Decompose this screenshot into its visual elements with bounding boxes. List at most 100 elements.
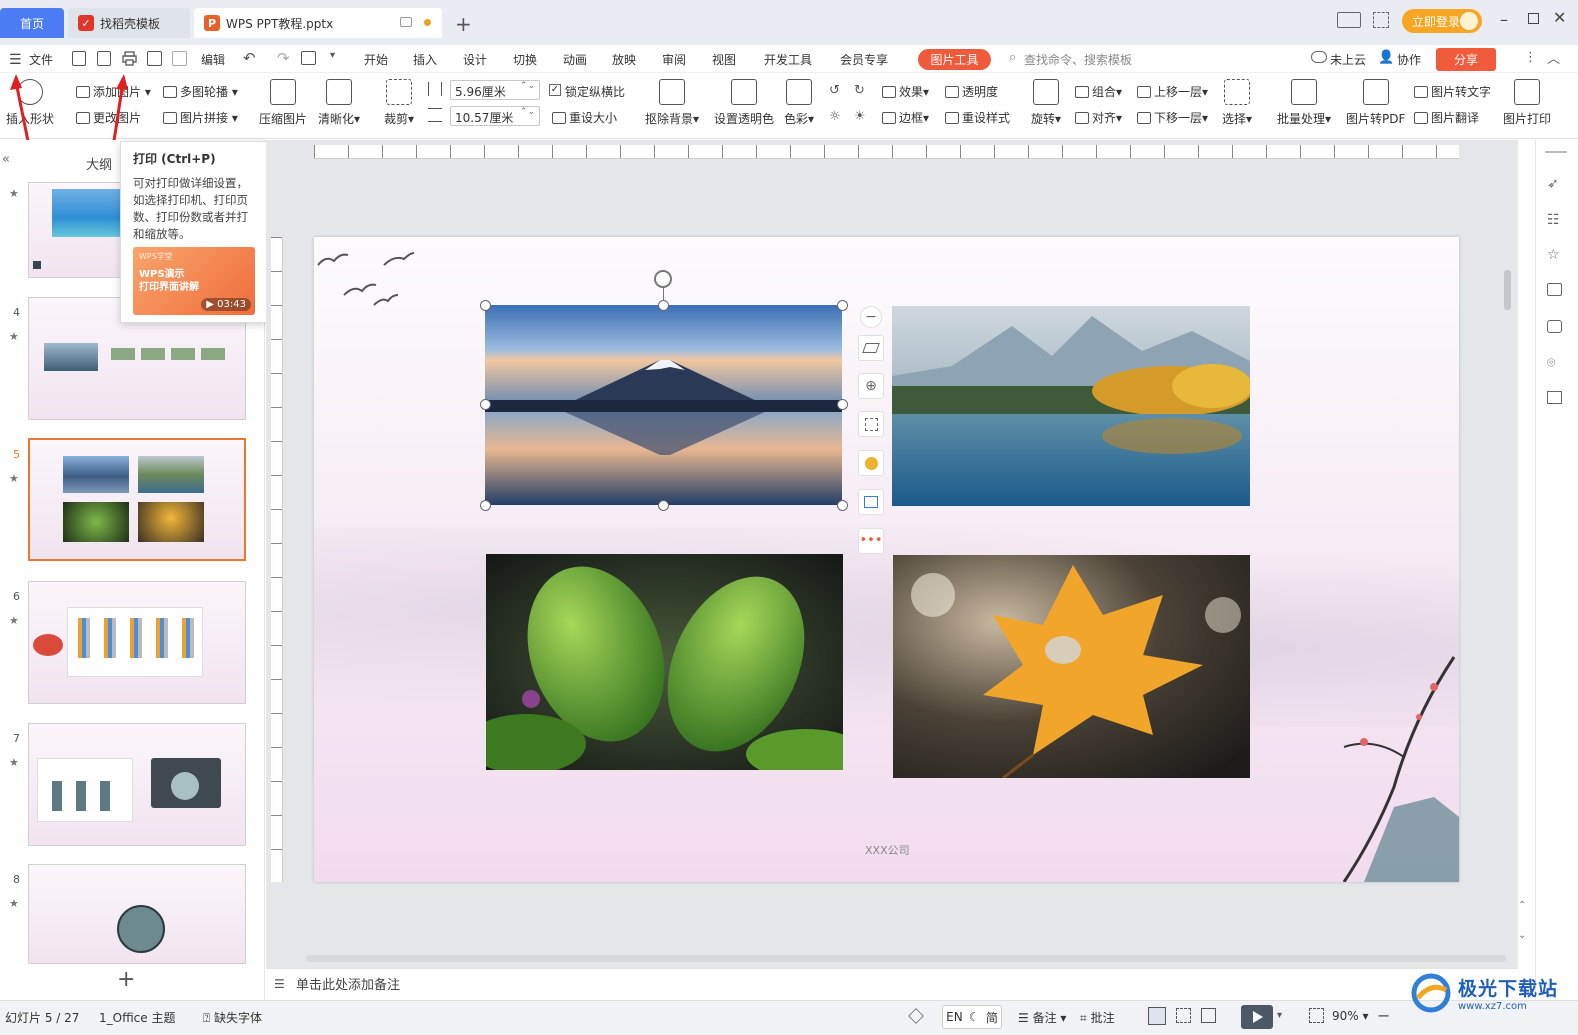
play-slideshow-button[interactable] bbox=[1241, 1005, 1273, 1029]
resize-handle-nw[interactable] bbox=[480, 300, 491, 311]
rotate-left-icon[interactable]: ↺ bbox=[829, 83, 840, 98]
zoom-out-picture-icon[interactable]: − bbox=[860, 306, 882, 328]
transparency-button[interactable]: 透明度 bbox=[945, 83, 998, 100]
pin-tab-icon[interactable] bbox=[400, 17, 412, 27]
cloud-status[interactable]: 未上云 bbox=[1330, 51, 1366, 68]
search-command-input[interactable]: 查找命令、搜索模板 bbox=[1024, 51, 1132, 68]
apps-grid-icon[interactable] bbox=[1373, 12, 1389, 28]
smart-icon[interactable] bbox=[908, 1008, 924, 1024]
slide-footer-text[interactable]: XXX公司 bbox=[865, 842, 910, 858]
menu-review[interactable]: 审阅 bbox=[662, 51, 686, 68]
collapse-panel-icon[interactable]: « bbox=[2, 152, 10, 167]
close-icon[interactable]: ✕ bbox=[1553, 8, 1566, 27]
reading-view-icon[interactable] bbox=[1201, 1008, 1216, 1023]
compress-picture-button[interactable]: 压缩图片 bbox=[259, 79, 307, 127]
rocket-icon[interactable]: ➶ bbox=[1547, 176, 1559, 192]
menu-edit[interactable]: 编辑 bbox=[201, 51, 225, 68]
zoom-in-icon[interactable]: ⊕ bbox=[858, 373, 884, 399]
image-text-icon[interactable] bbox=[858, 489, 884, 515]
resize-handle-n[interactable] bbox=[658, 300, 669, 311]
effect-button[interactable]: 效果▾ bbox=[882, 83, 929, 100]
color-button[interactable]: 色彩▾ bbox=[784, 79, 814, 127]
menu-transitions[interactable]: 切换 bbox=[513, 51, 537, 68]
menu-home[interactable]: 开始 bbox=[364, 51, 388, 68]
camera-icon[interactable] bbox=[1547, 320, 1562, 333]
picture-autumn-lake[interactable] bbox=[892, 306, 1250, 506]
add-slide-icon[interactable]: + bbox=[117, 967, 135, 992]
picture-print-button[interactable]: 图片打印 bbox=[1503, 79, 1551, 127]
picture-translate-button[interactable]: 图片翻译 bbox=[1414, 109, 1479, 126]
menu-design[interactable]: 设计 bbox=[463, 51, 487, 68]
group-button[interactable]: 组合▾ bbox=[1075, 83, 1122, 100]
slide-thumbnail-5[interactable] bbox=[28, 438, 246, 561]
remove-background-button[interactable]: 抠除背景▾ bbox=[645, 79, 699, 127]
quick-print-icon[interactable] bbox=[301, 51, 316, 65]
picture-to-pdf-button[interactable]: 图片转PDF bbox=[1346, 79, 1405, 127]
missing-font-button[interactable]: ⍰ 缺失字体 bbox=[203, 1009, 262, 1026]
align-button[interactable]: 对齐▾ bbox=[1075, 109, 1122, 126]
set-transparent-color-button[interactable]: 设置透明色 bbox=[714, 79, 774, 127]
reset-style-button[interactable]: 重设样式 bbox=[945, 109, 1010, 126]
fit-window-icon[interactable] bbox=[1309, 1008, 1324, 1023]
resize-handle-se[interactable] bbox=[837, 500, 848, 511]
horizontal-scrollbar[interactable] bbox=[306, 955, 1506, 962]
adjust-icon[interactable]: ☷ bbox=[1547, 212, 1560, 228]
crop-button[interactable]: 裁剪▾ bbox=[384, 79, 414, 127]
more-options-icon[interactable]: ⋮ bbox=[1524, 50, 1537, 65]
book-icon[interactable] bbox=[1547, 391, 1562, 404]
minimize-icon[interactable]: – bbox=[1500, 10, 1508, 29]
slide-thumbnail-8[interactable] bbox=[28, 864, 246, 964]
multi-carousel-button[interactable]: 多图轮播 ▾ bbox=[163, 83, 238, 100]
menu-slideshow[interactable]: 放映 bbox=[612, 51, 636, 68]
format-painter-icon[interactable] bbox=[172, 51, 187, 66]
collab-button[interactable]: 协作 bbox=[1397, 51, 1421, 68]
resize-handle-ne[interactable] bbox=[837, 300, 848, 311]
play-options-icon[interactable]: ▾ bbox=[1277, 1010, 1282, 1021]
notes-area[interactable]: ☰ 单击此处添加备注 bbox=[266, 968, 1518, 998]
sorter-view-icon[interactable] bbox=[1176, 1008, 1191, 1023]
select-button[interactable]: 选择▾ bbox=[1222, 79, 1252, 127]
redo-icon[interactable]: ↷ bbox=[277, 49, 290, 67]
zoom-out-icon[interactable]: − bbox=[1377, 1006, 1390, 1025]
slide-thumbnail-6[interactable] bbox=[28, 581, 246, 704]
theme-name[interactable]: 1_Office 主题 bbox=[99, 1009, 175, 1026]
menu-developer[interactable]: 开发工具 bbox=[764, 51, 812, 68]
menu-insert[interactable]: 插入 bbox=[413, 51, 437, 68]
smart-idea-icon[interactable] bbox=[858, 450, 884, 476]
brightness-down-icon[interactable]: ☀ bbox=[854, 109, 866, 124]
slide-thumbnail-7[interactable] bbox=[28, 723, 246, 846]
new-tab-icon[interactable]: + bbox=[455, 12, 472, 36]
tab-home[interactable]: 首页 bbox=[0, 8, 64, 38]
menu-picture-tools[interactable]: 图片工具 bbox=[918, 49, 991, 70]
layers-icon[interactable] bbox=[858, 335, 884, 361]
picture-maple-leaf[interactable] bbox=[893, 555, 1250, 778]
brightness-up-icon[interactable]: ☼ bbox=[829, 109, 841, 124]
picture-width-input[interactable]: 10.57厘米 ⌃⌄ bbox=[450, 106, 540, 126]
zoom-level[interactable]: 90% ▾ bbox=[1332, 1009, 1369, 1023]
picture-green-leaves[interactable] bbox=[486, 554, 843, 770]
notes-toggle[interactable]: ☰ 备注 ▾ bbox=[1018, 1009, 1066, 1026]
picture-mountain-lake[interactable] bbox=[485, 305, 842, 505]
tab-document[interactable]: P WPS PPT教程.pptx bbox=[194, 8, 442, 38]
resize-handle-w[interactable] bbox=[480, 399, 491, 410]
rotate-right-icon[interactable]: ↻ bbox=[854, 83, 865, 98]
spin-arrows-icon[interactable]: ⌃⌄ bbox=[520, 81, 535, 91]
picture-height-input[interactable]: 5.96厘米 ⌃⌄ bbox=[450, 80, 540, 100]
scroll-up-icon[interactable]: ⌃ bbox=[1518, 900, 1526, 911]
resize-handle-s[interactable] bbox=[658, 500, 669, 511]
menu-view[interactable]: 视图 bbox=[712, 51, 736, 68]
reset-size-button[interactable]: 重设大小 bbox=[552, 109, 617, 126]
rotate-button[interactable]: 旋转▾ bbox=[1031, 79, 1061, 127]
customize-toolbar-icon[interactable]: ▾ bbox=[330, 50, 335, 61]
picture-to-text-button[interactable]: 图片转文字 bbox=[1414, 83, 1491, 100]
bring-forward-button[interactable]: 上移一层▾ bbox=[1137, 83, 1208, 100]
collapse-ribbon-icon[interactable]: ︿ bbox=[1547, 48, 1560, 67]
login-button[interactable]: 立即登录 bbox=[1402, 9, 1482, 33]
layout-toggle-icon[interactable] bbox=[1337, 12, 1361, 28]
vertical-scrollbar[interactable] bbox=[1504, 270, 1511, 310]
scroll-down-icon[interactable]: ⌄ bbox=[1518, 930, 1526, 941]
menu-member[interactable]: 会员专享 bbox=[840, 51, 888, 68]
comment-icon[interactable] bbox=[1547, 283, 1562, 296]
location-icon[interactable]: ⌾ bbox=[1547, 355, 1555, 371]
picture-collage-button[interactable]: 图片拼接 ▾ bbox=[163, 109, 238, 126]
